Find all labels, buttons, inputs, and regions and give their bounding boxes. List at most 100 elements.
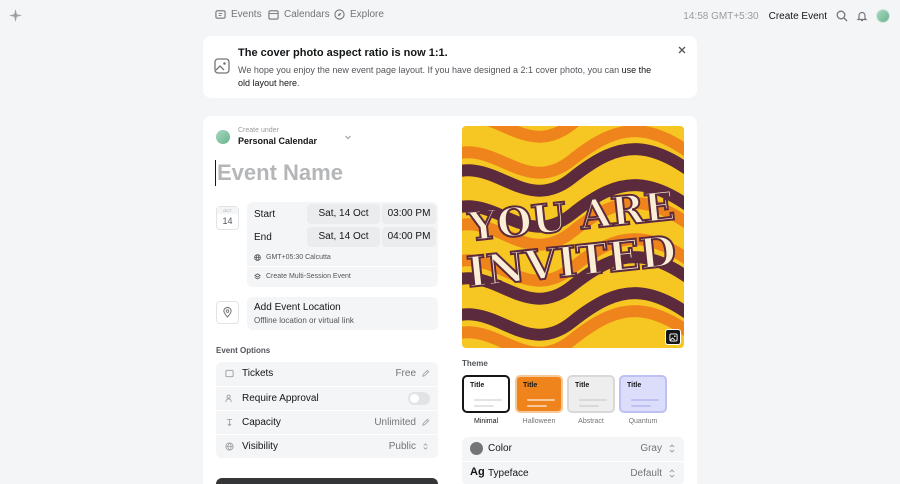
color-selector[interactable]: Color Gray [462, 437, 684, 461]
location-icon-box [216, 301, 239, 324]
theme-preview-title: Title [523, 382, 538, 389]
timezone-selector[interactable]: GMT+05:30 Calcutta [254, 254, 331, 261]
create-event-button[interactable]: Create Event [769, 11, 827, 22]
theme-preview: Title [567, 375, 615, 413]
end-time-picker[interactable]: 04:00 PM [382, 227, 436, 247]
end-label: End [254, 232, 272, 243]
location-title: Add Event Location [254, 302, 341, 313]
date-badge: OCT 14 [216, 206, 239, 230]
theme-name: Abstract [578, 418, 604, 425]
option-capacity[interactable]: Capacity Unlimited [216, 410, 438, 434]
theme-preview-line [474, 405, 494, 407]
current-time: 14:58 GMT+5:30 [683, 10, 759, 22]
location-subtitle: Offline location or virtual link [254, 316, 354, 325]
map-pin-icon [223, 307, 232, 318]
theme-preview-title: Title [470, 382, 485, 389]
close-icon[interactable] [677, 45, 687, 55]
create-event-card: Create under Personal Calendar Event Nam… [203, 116, 697, 484]
avatar[interactable] [876, 9, 890, 23]
theme-preview-line [527, 399, 555, 401]
change-cover-button[interactable] [665, 329, 681, 345]
create-event-submit-button[interactable] [216, 478, 438, 484]
cover-image[interactable]: YOU ARE INVITED [462, 126, 684, 348]
theme-preview: Title [619, 375, 667, 413]
nav-calendars-label: Calendars [284, 9, 330, 20]
end-date-picker[interactable]: Sat, 14 Oct [307, 227, 380, 247]
pencil-icon[interactable] [421, 418, 430, 427]
updown-chevron-icon [669, 469, 675, 478]
theme-option-halloween[interactable]: Title Halloween [515, 375, 563, 425]
event-options-panel: Tickets Free Require Approval Capacity U… [216, 362, 438, 458]
nav-explore-label: Explore [350, 9, 384, 20]
updown-chevron-icon[interactable] [421, 442, 430, 451]
chevron-down-icon[interactable] [344, 133, 352, 141]
multi-session-label: Create Multi-Session Event [266, 273, 351, 280]
start-row: Start Sat, 14 Oct 03:00 PM [247, 204, 438, 226]
theme-preview-title: Title [627, 382, 642, 389]
start-label: Start [254, 209, 276, 220]
multi-session-option[interactable]: Create Multi-Session Event [254, 273, 351, 280]
search-icon[interactable] [836, 10, 848, 22]
option-value: Unlimited [374, 417, 416, 428]
option-value: Public [388, 441, 416, 452]
theme-preview-line [474, 399, 502, 401]
theme-option-minimal[interactable]: Title Minimal [462, 375, 510, 425]
notice-banner: The cover photo aspect ratio is now 1:1.… [203, 36, 697, 98]
theme-name: Halloween [522, 418, 556, 425]
person-check-icon [225, 394, 232, 403]
sparkle-icon[interactable] [9, 9, 22, 22]
banner-suffix: . [297, 78, 300, 88]
theme-heading: Theme [462, 359, 488, 368]
calendar-selector[interactable]: Personal Calendar [238, 136, 317, 146]
require-approval-toggle[interactable] [408, 392, 430, 405]
typeface-glyph: Ag [470, 466, 485, 478]
start-date-picker[interactable]: Sat, 14 Oct [307, 204, 380, 224]
top-nav: Events Calendars Explore 14:58 GMT+5:30 … [0, 0, 900, 32]
theme-preview-line [579, 405, 599, 407]
appearance-panel: Color Gray Ag Typeface Default [462, 437, 684, 484]
image-icon [668, 332, 678, 342]
layers-icon [254, 273, 261, 280]
pencil-icon[interactable] [421, 369, 430, 378]
add-location-button[interactable]: Add Event Location Offline location or v… [247, 297, 438, 330]
theme-preview: Title [462, 375, 510, 413]
create-under-label: Create under [238, 127, 279, 134]
date-time-panel: Start Sat, 14 Oct 03:00 PM End Sat, 14 O… [247, 202, 438, 287]
theme-option-quantum[interactable]: Title Quantum [619, 375, 667, 425]
event-options-heading: Event Options [216, 346, 271, 355]
color-label: Color [488, 443, 512, 454]
image-icon [214, 58, 230, 74]
ticket-icon [215, 10, 226, 19]
nav-explore[interactable]: Explore [334, 9, 384, 20]
theme-name: Quantum [628, 418, 658, 425]
banner-text: We hope you enjoy the new event page lay… [238, 64, 658, 90]
theme-name: Minimal [473, 418, 499, 425]
theme-preview: Title [515, 375, 563, 413]
option-visibility[interactable]: Visibility Public [216, 434, 438, 458]
theme-preview-title: Title [575, 382, 590, 389]
color-swatch [470, 442, 483, 455]
typeface-value: Default [630, 468, 662, 479]
typeface-selector[interactable]: Ag Typeface Default [462, 461, 684, 484]
cover-art: YOU ARE INVITED [462, 126, 684, 348]
banner-body: We hope you enjoy the new event page lay… [238, 65, 622, 75]
typeface-label: Typeface [488, 468, 529, 479]
date-badge-month: OCT [217, 207, 238, 214]
theme-preview-line [631, 405, 651, 407]
nav-events[interactable]: Events [215, 9, 262, 20]
bell-icon[interactable] [856, 10, 868, 22]
updown-chevron-icon [669, 444, 675, 453]
option-label: Capacity [242, 417, 281, 428]
theme-option-abstract[interactable]: Title Abstract [567, 375, 615, 425]
option-tickets[interactable]: Tickets Free [216, 362, 438, 386]
divider [247, 266, 438, 267]
theme-preview-line [527, 405, 547, 407]
color-value: Gray [640, 443, 662, 454]
banner-title: The cover photo aspect ratio is now 1:1. [238, 47, 448, 59]
ticket-icon [225, 369, 234, 378]
option-label: Visibility [242, 441, 278, 452]
option-value: Free [395, 368, 416, 379]
start-time-picker[interactable]: 03:00 PM [382, 204, 436, 224]
event-name-input[interactable]: Event Name [215, 160, 343, 186]
nav-calendars[interactable]: Calendars [268, 9, 330, 20]
